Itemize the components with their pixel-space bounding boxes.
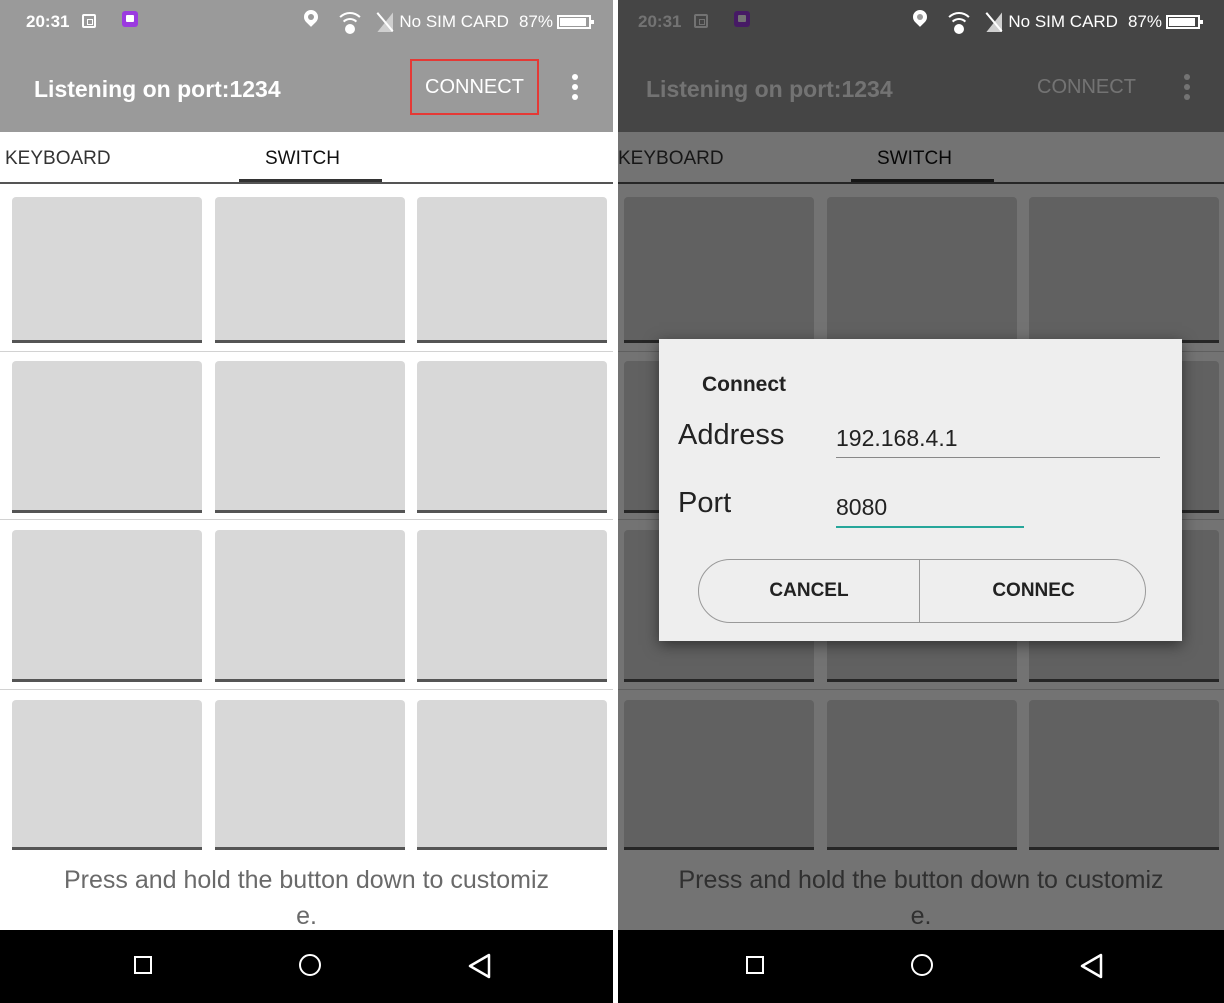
camera-app-icon (122, 11, 138, 27)
back-icon[interactable] (1079, 952, 1105, 980)
address-label: Address (678, 419, 785, 451)
location-icon (301, 8, 321, 36)
dialog-title: Connect (702, 373, 786, 396)
battery-percent: 87% (1127, 12, 1162, 31)
status-time: 20:31 (26, 12, 70, 31)
switch-button-9[interactable] (417, 530, 607, 682)
no-sim-icon (986, 12, 1002, 32)
nav-bar (618, 930, 1224, 1003)
status-bar: 20:31 No SIM CARD 87% (0, 0, 613, 46)
location-icon (910, 8, 930, 36)
sim-status-text: No SIM CARD (399, 12, 509, 31)
switch-button-5[interactable] (215, 361, 405, 513)
tab-indicator (239, 179, 382, 182)
nav-bar (0, 930, 613, 1003)
phone-screen-main: 20:31 No SIM CARD 87% Listening on port:… (0, 0, 613, 1003)
address-input[interactable]: 192.168.4.1 (836, 425, 1160, 458)
switch-grid (0, 184, 613, 857)
status-right-group: No SIM CARD 87% (301, 8, 595, 36)
hint-line-2: e. (296, 902, 317, 930)
home-icon[interactable] (299, 954, 321, 976)
hint-line-1: Press and hold the button down to custom… (63, 866, 549, 894)
tab-keyboard[interactable]: KEYBOARD (5, 148, 111, 170)
port-label: Port (678, 487, 732, 519)
switch-button-1[interactable] (12, 197, 202, 343)
status-right-group: No SIM CARD 87% (618, 0, 1224, 46)
switch-button-3[interactable] (417, 197, 607, 343)
customize-hint: Press and hold the button down to custom… (0, 862, 613, 934)
connect-dialog: Connect Address 192.168.4.1 Port 8080 CA… (659, 339, 1182, 641)
switch-button-12[interactable] (417, 700, 607, 850)
home-icon[interactable] (911, 954, 933, 976)
tab-switch[interactable]: SWITCH (265, 148, 340, 170)
more-vert-icon[interactable] (567, 72, 583, 102)
battery-percent: 87% (518, 12, 553, 31)
screenshot-icon (82, 14, 96, 28)
battery-icon (1166, 15, 1203, 29)
switch-button-4[interactable] (12, 361, 202, 513)
recents-icon[interactable] (134, 956, 152, 974)
switch-button-11[interactable] (215, 700, 405, 850)
switch-button-6[interactable] (417, 361, 607, 513)
switch-button-7[interactable] (12, 530, 202, 682)
port-input[interactable]: 8080 (836, 494, 1024, 528)
wifi-icon (944, 9, 975, 35)
wifi-icon (335, 9, 366, 35)
sim-status-text: No SIM CARD (1008, 12, 1118, 31)
switch-button-8[interactable] (215, 530, 405, 682)
recents-icon[interactable] (746, 956, 764, 974)
app-bar: Listening on port:1234 CONNECT (0, 46, 613, 132)
app-title: Listening on port:1234 (34, 76, 281, 102)
dialog-button-group: CANCEL CONNEC (698, 559, 1146, 623)
row-divider (0, 689, 613, 690)
no-sim-icon (377, 12, 393, 32)
connect-button[interactable]: CONNECT (410, 59, 539, 115)
back-icon[interactable] (467, 952, 493, 980)
switch-button-2[interactable] (215, 197, 405, 343)
row-divider (0, 519, 613, 520)
row-divider (0, 351, 613, 352)
switch-button-10[interactable] (12, 700, 202, 850)
battery-icon (557, 15, 594, 29)
phone-screen-dialog: 20:31 Listening on port:1234 CONNECT KEY… (618, 0, 1224, 1003)
cancel-button[interactable]: CANCEL (699, 560, 919, 622)
tab-bar: KEYBOARD SWITCH (0, 132, 613, 184)
dialog-connect-button[interactable]: CONNEC (920, 560, 1145, 622)
